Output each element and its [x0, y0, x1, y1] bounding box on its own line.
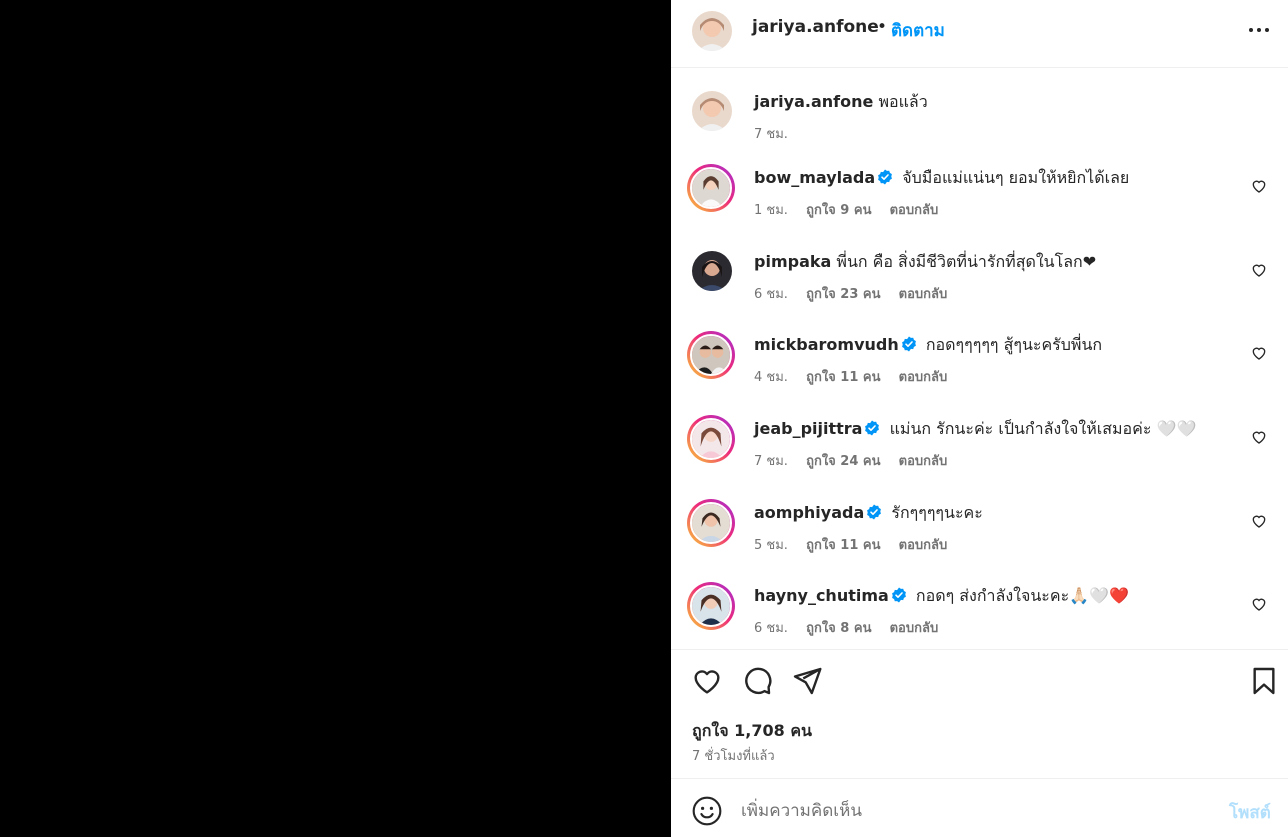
commenter-avatar[interactable] [687, 499, 735, 547]
heart-icon[interactable] [1251, 178, 1267, 194]
comment-meta: 7 ชม. ถูกใจ 24 คน ตอบกลับ [754, 450, 961, 471]
comment-meta: 5 ชม. ถูกใจ 11 คน ตอบกลับ [754, 534, 961, 555]
heart-icon[interactable] [1251, 262, 1267, 278]
caption-author-avatar[interactable] [692, 91, 732, 131]
heart-icon[interactable] [1251, 513, 1267, 529]
comment-likes[interactable]: ถูกใจ 11 คน [806, 370, 880, 385]
comment-line: jeab_pijittra แม่นก รักนะค่ะ เป็นกำลังใจ… [754, 417, 1196, 442]
more-horizontal-icon[interactable] [1247, 18, 1271, 42]
comment-username[interactable]: jeab_pijittra [754, 419, 862, 438]
heart-icon[interactable] [691, 665, 723, 697]
caption-time[interactable]: 7 ชม. [754, 127, 788, 142]
comment-text: รักๆๆๆๆนะคะ [891, 503, 983, 522]
comment-time[interactable]: 5 ชม. [754, 538, 788, 553]
verified-badge-icon [901, 336, 917, 352]
reply-button[interactable]: ตอบกลับ [899, 287, 948, 302]
comment-username[interactable]: pimpaka [754, 252, 831, 271]
comment-likes[interactable]: ถูกใจ 11 คน [806, 538, 880, 553]
reply-button[interactable]: ตอบกลับ [899, 538, 948, 553]
comment-meta: 1 ชม. ถูกใจ 9 คน ตอบกลับ [754, 199, 952, 220]
author-avatar[interactable] [692, 11, 732, 51]
comment-username[interactable]: mickbaromvudh [754, 335, 899, 354]
verified-badge-icon [877, 169, 893, 185]
commenter-avatar[interactable] [692, 251, 732, 291]
commenter-avatar[interactable] [687, 415, 735, 463]
comment-icon[interactable] [741, 665, 773, 697]
comment-line: mickbaromvudh กอดๆๆๆๆๆ สู้ๆนะครับพี่นก [754, 333, 1102, 358]
commenter-avatar[interactable] [687, 164, 735, 212]
heart-icon[interactable] [1251, 596, 1267, 612]
comment-likes[interactable]: ถูกใจ 23 คน [806, 287, 880, 302]
comment-line: bow_maylada จับมือแม่แน่นๆ ยอมให้หยิกได้… [754, 166, 1129, 191]
comment-text: กอดๆ ส่งกำลังใจนะคะ🙏🏻🤍❤️ [915, 586, 1129, 605]
caption-meta: 7 ชม. [754, 123, 802, 144]
comment-text: จับมือแม่แน่นๆ ยอมให้หยิกได้เลย [902, 168, 1130, 187]
comment-likes[interactable]: ถูกใจ 8 คน [806, 621, 871, 636]
comment-text: พี่นก คือ สิ่งมีชีวิตที่น่ารักที่สุดในโล… [836, 252, 1097, 271]
reply-button[interactable]: ตอบกลับ [899, 454, 948, 469]
comment-likes[interactable]: ถูกใจ 9 คน [806, 203, 871, 218]
comment-time[interactable]: 6 ชม. [754, 621, 788, 636]
commenter-avatar[interactable] [687, 582, 735, 630]
comment-time[interactable]: 7 ชม. [754, 454, 788, 469]
post-actions: ถูกใจ 1,708 คน 7 ชั่วโมงที่แล้ว [671, 649, 1288, 779]
comment-text: กอดๆๆๆๆๆ สู้ๆนะครับพี่นก [925, 335, 1103, 354]
comment-item: aomphiyada รักๆๆๆๆนะคะ 5 ชม. ถูกใจ 11 คน… [671, 499, 1288, 579]
comment-line: pimpaka พี่นก คือ สิ่งมีชีวิตที่น่ารักที… [754, 250, 1096, 275]
post-time-ago[interactable]: 7 ชั่วโมงที่แล้ว [692, 745, 775, 766]
comment-item: jeab_pijittra แม่นก รักนะค่ะ เป็นกำลังใจ… [671, 415, 1288, 495]
comment-item: hayny_chutima กอดๆ ส่งกำลังใจนะคะ🙏🏻🤍❤️ 6… [671, 582, 1288, 649]
comment-line: aomphiyada รักๆๆๆๆนะคะ [754, 501, 983, 526]
send-icon[interactable] [791, 665, 823, 697]
comment-item: mickbaromvudh กอดๆๆๆๆๆ สู้ๆนะครับพี่นก 4… [671, 331, 1288, 411]
post-media-area [0, 0, 671, 837]
heart-icon[interactable] [1251, 429, 1267, 445]
verified-badge-icon [891, 587, 907, 603]
follow-button[interactable]: ติดตาม [891, 17, 945, 44]
author-username[interactable]: jariya.anfone [752, 17, 879, 37]
comment-time[interactable]: 4 ชม. [754, 370, 788, 385]
verified-badge-icon [866, 504, 882, 520]
caption: jariya.anfone พอแล้ว 7 ชม. [671, 88, 1288, 168]
heart-icon[interactable] [1251, 345, 1267, 361]
caption-text: พอแล้ว [878, 92, 928, 111]
post-likes-count[interactable]: ถูกใจ 1,708 คน [692, 719, 812, 744]
comment-likes[interactable]: ถูกใจ 24 คน [806, 454, 880, 469]
caption-line: jariya.anfone พอแล้ว [754, 90, 928, 115]
comment-username[interactable]: hayny_chutima [754, 586, 889, 605]
comment-item: pimpaka พี่นก คือ สิ่งมีชีวิตที่น่ารักที… [671, 248, 1288, 328]
comment-composer: โพสต์ [671, 779, 1288, 837]
comment-meta: 4 ชม. ถูกใจ 11 คน ตอบกลับ [754, 366, 961, 387]
commenter-avatar[interactable] [687, 331, 735, 379]
comment-item: bow_maylada จับมือแม่แน่นๆ ยอมให้หยิกได้… [671, 164, 1288, 244]
bookmark-icon[interactable] [1248, 665, 1280, 697]
reply-button[interactable]: ตอบกลับ [890, 621, 939, 636]
emoji-icon[interactable] [691, 795, 723, 827]
post-side-panel: jariya.anfone • ติดตาม jariya.anfone พอแ… [671, 0, 1288, 837]
caption-username[interactable]: jariya.anfone [754, 92, 873, 111]
comment-time[interactable]: 1 ชม. [754, 203, 788, 218]
comment-username[interactable]: aomphiyada [754, 503, 864, 522]
comment-line: hayny_chutima กอดๆ ส่งกำลังใจนะคะ🙏🏻🤍❤️ [754, 584, 1129, 609]
comment-meta: 6 ชม. ถูกใจ 23 คน ตอบกลับ [754, 283, 961, 304]
separator-dot: • [877, 17, 888, 37]
comment-input[interactable] [741, 797, 1211, 825]
reply-button[interactable]: ตอบกลับ [890, 203, 939, 218]
reply-button[interactable]: ตอบกลับ [899, 370, 948, 385]
comment-time[interactable]: 6 ชม. [754, 287, 788, 302]
post-comment-button[interactable]: โพสต์ [1229, 799, 1271, 826]
comment-meta: 6 ชม. ถูกใจ 8 คน ตอบกลับ [754, 617, 952, 638]
verified-badge-icon [864, 420, 880, 436]
comment-text: แม่นก รักนะค่ะ เป็นกำลังใจให้เสมอค่ะ 🤍🤍 [889, 419, 1197, 438]
post-header: jariya.anfone • ติดตาม [671, 0, 1288, 68]
comments-list[interactable]: jariya.anfone พอแล้ว 7 ชม. bow_maylada จ… [671, 68, 1288, 649]
comment-username[interactable]: bow_maylada [754, 168, 875, 187]
